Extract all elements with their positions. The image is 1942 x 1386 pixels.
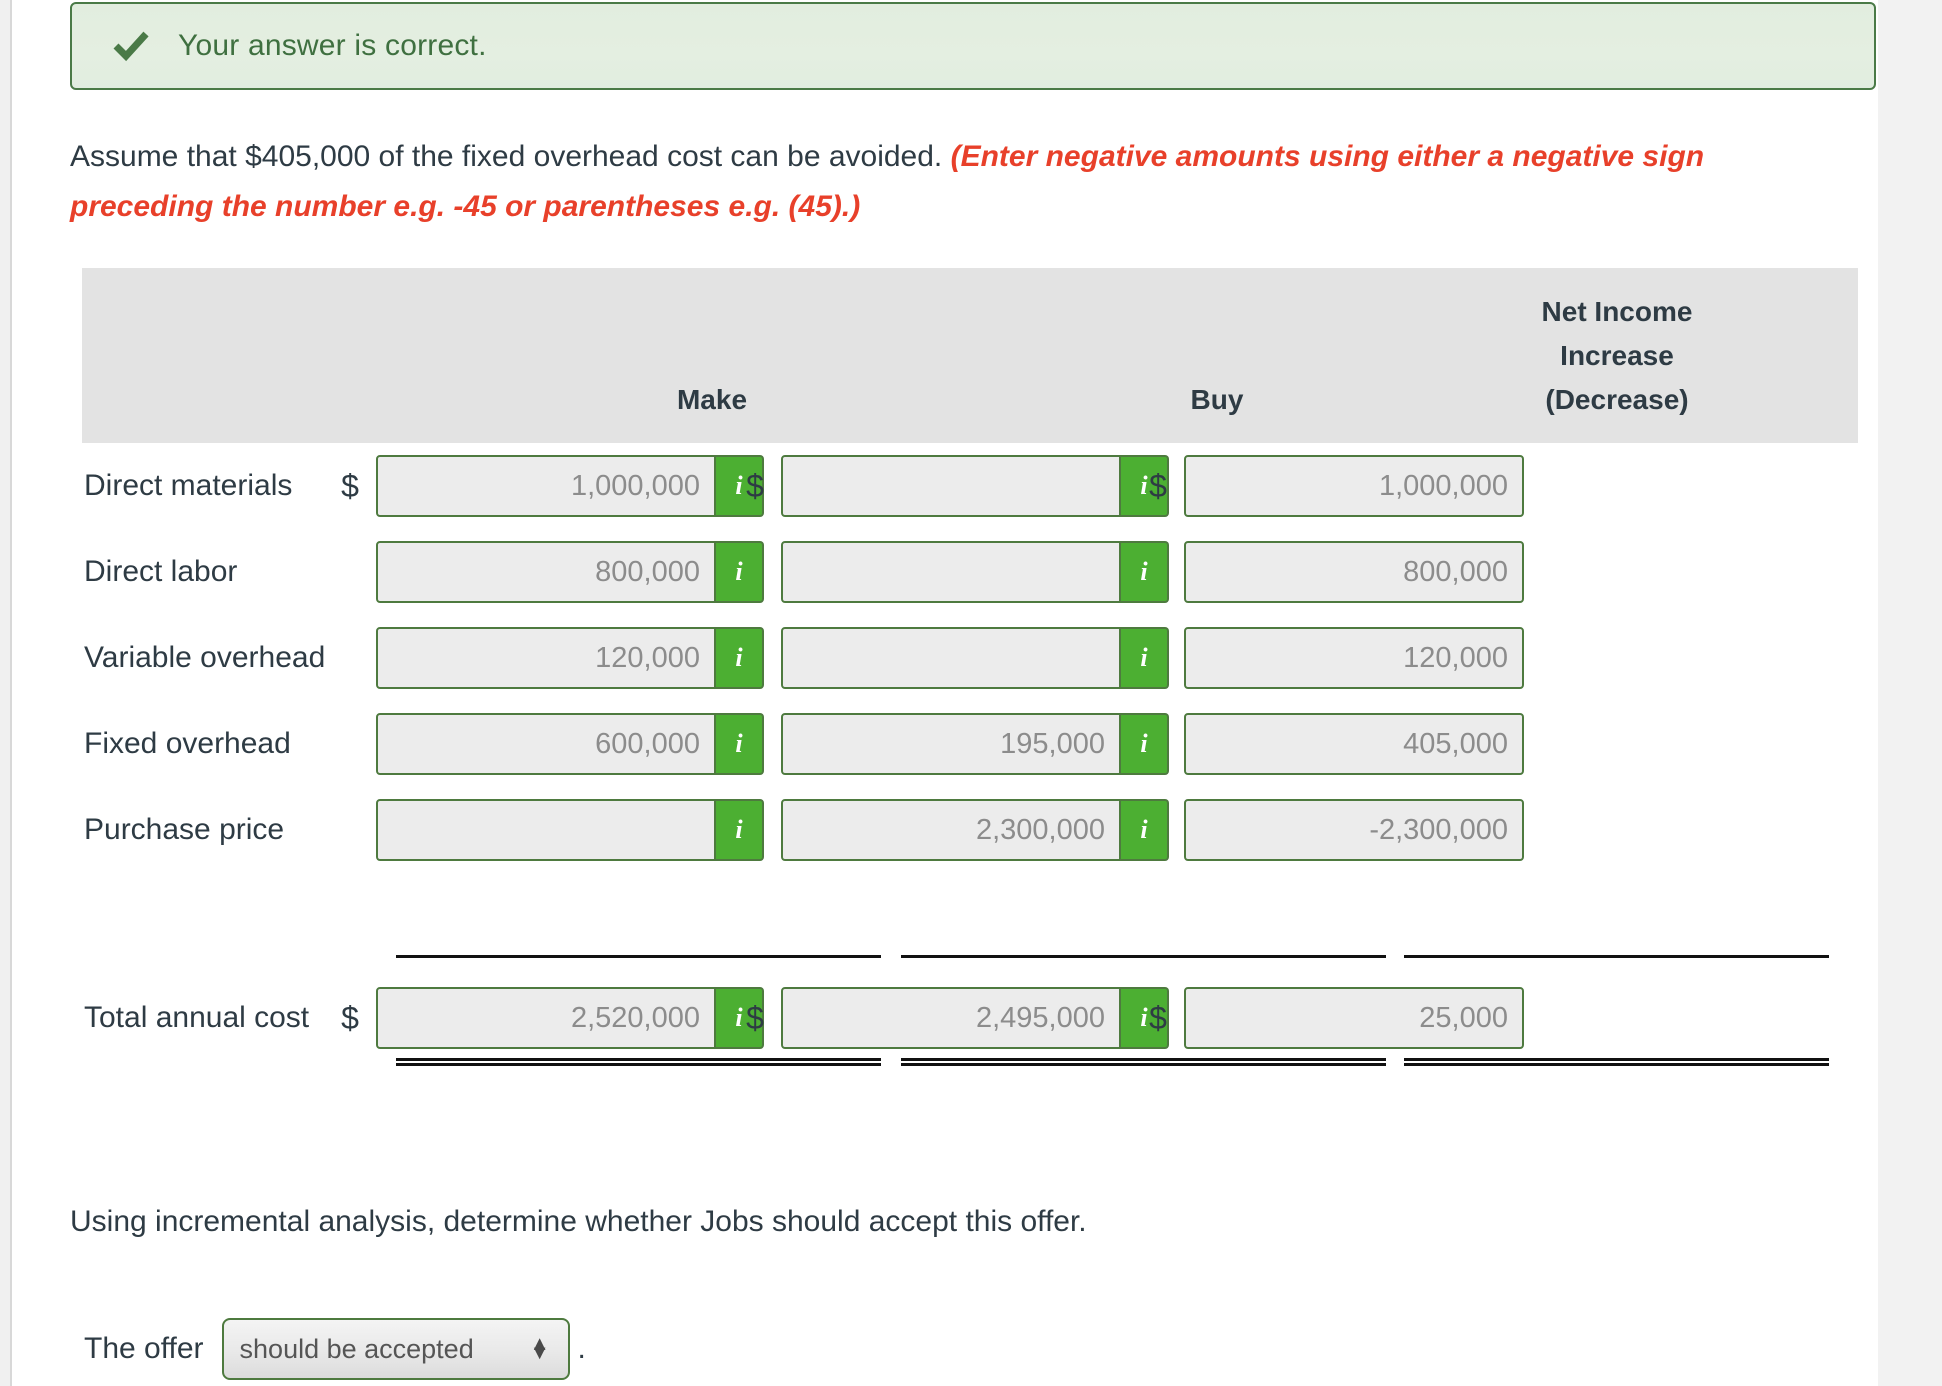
input-group-net-total bbox=[1184, 987, 1524, 1049]
total-double-rule-make bbox=[396, 1058, 881, 1066]
cell-make-total: $ i bbox=[332, 980, 764, 1056]
offer-label: The offer bbox=[84, 1332, 204, 1365]
input-group-make: i bbox=[376, 713, 764, 775]
input-net-income[interactable] bbox=[1184, 541, 1524, 603]
input-group-net bbox=[1184, 627, 1524, 689]
table-row: Purchase price $ i $ i $ bbox=[12, 792, 1878, 868]
input-buy[interactable] bbox=[781, 627, 1121, 689]
input-group-net bbox=[1184, 799, 1524, 861]
input-group-buy-total: i bbox=[781, 987, 1169, 1049]
input-group-buy: i bbox=[781, 455, 1169, 517]
cell-make: $ i bbox=[332, 534, 764, 610]
input-make[interactable] bbox=[376, 713, 716, 775]
sentence-period: . bbox=[577, 1332, 586, 1365]
analysis-question: Using incremental analysis, determine wh… bbox=[70, 1205, 1087, 1238]
input-net-income[interactable] bbox=[1184, 455, 1524, 517]
input-make-total[interactable] bbox=[376, 987, 716, 1049]
input-buy[interactable] bbox=[781, 713, 1121, 775]
cell-buy: $ i bbox=[737, 534, 1169, 610]
table-row: Direct materials $ i $ i $ bbox=[12, 448, 1878, 524]
cell-buy-total: $ i bbox=[737, 980, 1169, 1056]
cell-net-income: $ bbox=[1140, 448, 1524, 524]
input-make[interactable] bbox=[376, 799, 716, 861]
row-label: Variable overhead bbox=[84, 641, 326, 674]
cell-make: $ i bbox=[332, 620, 764, 696]
cell-make: $ i bbox=[332, 448, 764, 524]
cell-net-income: $ bbox=[1140, 792, 1524, 868]
cell-net-income: $ bbox=[1140, 534, 1524, 610]
currency-symbol: $ bbox=[1149, 999, 1167, 1036]
table-row: Fixed overhead $ i $ i $ bbox=[12, 706, 1878, 782]
row-label-total: Total annual cost bbox=[84, 1001, 310, 1034]
input-group-make: i bbox=[376, 455, 764, 517]
row-label: Fixed overhead bbox=[84, 727, 291, 760]
input-net-income[interactable] bbox=[1184, 713, 1524, 775]
total-double-rule-net bbox=[1404, 1058, 1829, 1066]
currency-symbol: $ bbox=[341, 467, 359, 504]
input-buy[interactable] bbox=[781, 455, 1121, 517]
offer-select[interactable]: should be accepted bbox=[221, 1318, 570, 1380]
row-label: Direct labor bbox=[84, 555, 238, 588]
cell-buy: $ i bbox=[737, 792, 1169, 868]
currency-symbol: $ bbox=[746, 467, 764, 504]
offer-select-wrapper: should be accepted ▲ ▼ bbox=[221, 1318, 570, 1380]
total-double-rule-buy bbox=[901, 1058, 1386, 1066]
input-group-make: i bbox=[376, 799, 764, 861]
input-buy[interactable] bbox=[781, 799, 1121, 861]
scrollbar-track[interactable] bbox=[1878, 0, 1942, 1386]
left-gutter bbox=[0, 0, 10, 1386]
input-group-make: i bbox=[376, 627, 764, 689]
currency-symbol: $ bbox=[341, 999, 359, 1036]
table-row: Direct labor $ i $ i $ bbox=[12, 534, 1878, 610]
currency-symbol: $ bbox=[746, 999, 764, 1036]
input-group-make: i bbox=[376, 541, 764, 603]
input-group-buy: i bbox=[781, 541, 1169, 603]
input-buy[interactable] bbox=[781, 541, 1121, 603]
input-group-buy: i bbox=[781, 799, 1169, 861]
input-net-income[interactable] bbox=[1184, 627, 1524, 689]
input-buy-total[interactable] bbox=[781, 987, 1121, 1049]
input-group-buy: i bbox=[781, 627, 1169, 689]
cell-make: $ i bbox=[332, 792, 764, 868]
cell-net-income: $ bbox=[1140, 620, 1524, 696]
cell-net-income: $ bbox=[1140, 706, 1524, 782]
cell-buy: $ i bbox=[737, 706, 1169, 782]
table-rows: Direct materials $ i $ i $ bbox=[12, 0, 1878, 1386]
input-make[interactable] bbox=[376, 627, 716, 689]
cell-make: $ i bbox=[332, 706, 764, 782]
offer-answer-row: The offer should be accepted ▲ ▼ . bbox=[84, 1318, 586, 1380]
subtotal-rule-buy bbox=[901, 955, 1386, 958]
input-group-make-total: i bbox=[376, 987, 764, 1049]
subtotal-rule-net bbox=[1404, 955, 1829, 958]
input-make[interactable] bbox=[376, 455, 716, 517]
currency-symbol: $ bbox=[1149, 467, 1167, 504]
cell-buy: $ i bbox=[737, 620, 1169, 696]
input-group-net bbox=[1184, 541, 1524, 603]
table-row-total: Total annual cost $ i $ i $ bbox=[12, 980, 1878, 1056]
cell-buy: $ i bbox=[737, 448, 1169, 524]
content-area: Your answer is correct. Assume that $405… bbox=[12, 0, 1878, 1386]
input-net-income[interactable] bbox=[1184, 799, 1524, 861]
input-group-net bbox=[1184, 713, 1524, 775]
cell-net-income-total: $ bbox=[1140, 980, 1524, 1056]
input-make[interactable] bbox=[376, 541, 716, 603]
row-label: Purchase price bbox=[84, 813, 285, 846]
row-label: Direct materials bbox=[84, 469, 293, 502]
page-root: Your answer is correct. Assume that $405… bbox=[0, 0, 1942, 1386]
input-net-income-total[interactable] bbox=[1184, 987, 1524, 1049]
input-group-buy: i bbox=[781, 713, 1169, 775]
table-row: Variable overhead $ i $ i $ bbox=[12, 620, 1878, 696]
subtotal-rule-make bbox=[396, 955, 881, 958]
input-group-net bbox=[1184, 455, 1524, 517]
